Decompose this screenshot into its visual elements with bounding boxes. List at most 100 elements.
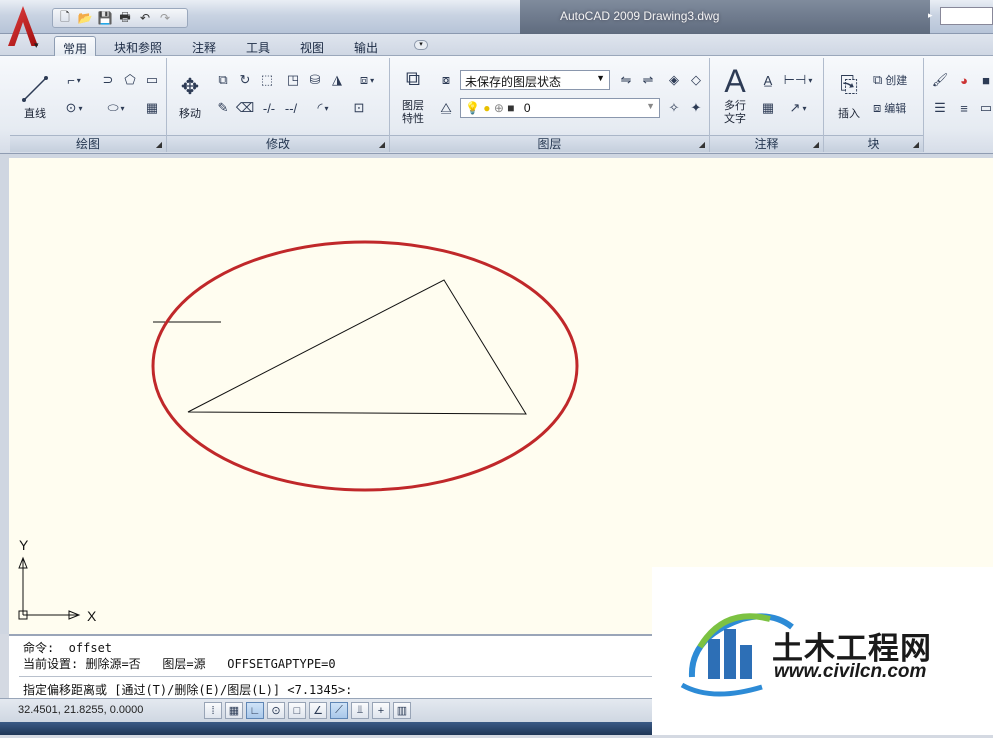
layer-tool-button-6[interactable]: ✦ (686, 98, 706, 118)
draw-panel-title[interactable]: 绘图 (10, 135, 166, 152)
single-line-text-button[interactable]: A̲ (758, 70, 778, 90)
polar-icon: ⊙ (271, 705, 281, 717)
color-button[interactable]: ◕ (954, 70, 974, 90)
copy-button[interactable]: ⧉ (213, 70, 233, 90)
ducs-toggle[interactable]: ⟋ (330, 702, 348, 719)
chevron-down-icon: ▾ (34, 40, 39, 50)
layer-properties-button[interactable]: ⧉ (398, 64, 428, 94)
drawing-canvas[interactable]: Y X (9, 158, 993, 634)
open-folder-icon[interactable]: 📂 (76, 10, 94, 26)
line-tool-button[interactable] (18, 72, 52, 106)
trim-button[interactable]: -/- (259, 98, 279, 118)
color-swatch-button[interactable]: ■ (976, 70, 993, 90)
application-menu-button[interactable]: ▾ (6, 4, 42, 50)
lineweight-button[interactable]: ▭ (976, 98, 993, 118)
black-swatch-icon: ■ (982, 72, 990, 88)
layer-walk-button[interactable]: ⧋ (436, 98, 456, 118)
tab-view[interactable]: 视图 (292, 36, 332, 56)
annotation-panel-launcher-icon[interactable]: ◢ (813, 140, 819, 149)
dimension-button[interactable]: ⊢⊣ (784, 70, 812, 90)
tab-output[interactable]: 输出 (346, 36, 386, 56)
polygon-button[interactable]: ⬠ (120, 70, 140, 90)
multileader-button[interactable]: ↗ (784, 98, 812, 118)
otrack-icon: ∠ (313, 705, 323, 717)
new-file-icon[interactable]: 🗋 (56, 10, 74, 26)
save-icon[interactable]: 💾 (96, 10, 114, 26)
ribbon-minimize-icon[interactable]: ▾ (414, 40, 428, 50)
polyline-button[interactable]: ⌐ (60, 70, 88, 90)
plus-icon: + (377, 704, 385, 717)
stretch-button[interactable]: ⬚ (257, 70, 277, 90)
offset-button[interactable]: ⧈ (353, 70, 381, 90)
print-icon[interactable]: 🖶 (116, 10, 134, 26)
move-button[interactable]: ✥ (175, 72, 205, 102)
search-input[interactable] (940, 7, 993, 25)
otrack-toggle[interactable]: ∠ (309, 702, 327, 719)
extend-button[interactable]: --/ (281, 98, 301, 118)
lightbulb-icon: 💡 (465, 101, 480, 115)
rectangle-button[interactable]: ▭ (142, 70, 162, 90)
table-button[interactable]: ▦ (758, 98, 778, 118)
line-label: 直线 (24, 108, 46, 120)
qp-toggle[interactable]: ▥ (393, 702, 411, 719)
polar-toggle[interactable]: ⊙ (267, 702, 285, 719)
block-panel-title[interactable]: 块 (824, 135, 923, 152)
ortho-toggle[interactable]: ∟ (246, 702, 264, 719)
create-block-icon: ⧉ (873, 72, 883, 87)
draw-panel: 直线 ⌐ ⊃ ⬠ ▭ ⊙ ⬭ ▦ 绘图 ◢ (10, 58, 167, 152)
arc-button[interactable]: ⊃ (98, 70, 118, 90)
match-properties-button[interactable]: 🖌 (930, 70, 950, 90)
current-layer-dropdown[interactable]: 💡 ● ⊕ ■ 0 ▼ (460, 98, 660, 118)
erase-button[interactable]: ⌫ (235, 98, 255, 118)
list-button[interactable]: ☰ (930, 98, 950, 118)
mtext-button[interactable]: A (718, 62, 752, 99)
layer-tool-button-2[interactable]: ⇌ (638, 70, 658, 90)
ellipse-button[interactable]: ⬭ (102, 98, 130, 118)
dyn-toggle[interactable]: ⫫ (351, 702, 369, 719)
layers-panel-title[interactable]: 图层 (390, 135, 709, 152)
tab-home[interactable]: 常用 (54, 36, 97, 56)
explode-button[interactable]: ⊡ (349, 98, 369, 118)
tab-annotate[interactable]: 注释 (184, 36, 224, 56)
annotation-panel-title[interactable]: 注释 (710, 135, 823, 152)
tab-blocks-references[interactable]: 块和参照 (106, 36, 170, 56)
mtext-icon: A (724, 62, 746, 99)
hatch-icon: ▦ (145, 100, 159, 115)
osnap-toggle[interactable]: □ (288, 702, 306, 719)
insert-block-button[interactable]: ⎘ (832, 68, 866, 102)
modify-panel-title[interactable]: 修改 (167, 135, 389, 152)
layer-tool-button-5[interactable]: ✧ (664, 98, 684, 118)
layer-tool-button-4[interactable]: ◇ (686, 70, 706, 90)
create-block-button[interactable]: ⧉ 创建 (872, 70, 920, 90)
layer-tool-button-1[interactable]: ⇋ (616, 70, 636, 90)
grid-toggle[interactable]: ▦ (225, 702, 243, 719)
layer-state-manager-button[interactable]: ⧇ (436, 70, 456, 90)
mirror-button[interactable]: ◮ (327, 70, 347, 90)
ellipse-icon: ⬭ (107, 100, 119, 115)
circle-button[interactable]: ⊙ (60, 98, 88, 118)
modify-panel-launcher-icon[interactable]: ◢ (379, 140, 385, 149)
command-prompt[interactable]: 指定偏移距离或 [通过(T)/删除(E)/图层(L)] <7.1345>: (23, 681, 352, 698)
ucs-x-label: X (87, 608, 97, 624)
rotate-button[interactable]: ↻ (235, 70, 255, 90)
tab-tools[interactable]: 工具 (238, 36, 278, 56)
snap-toggle[interactable]: ⁞ (204, 702, 222, 719)
triangle[interactable] (187, 279, 527, 415)
array-button[interactable]: ⛁ (305, 70, 325, 90)
hatch-button[interactable]: ▦ (142, 98, 162, 118)
fillet-button[interactable]: ◜ (309, 98, 337, 118)
linetype-button[interactable]: ≡ (954, 98, 974, 118)
edit-pen-button[interactable]: ✎ (213, 98, 233, 118)
block-panel-launcher-icon[interactable]: ◢ (913, 140, 919, 149)
edit-block-button[interactable]: ⧈ 编辑 (872, 98, 920, 118)
scale-button[interactable]: ◳ (283, 70, 303, 90)
draw-panel-launcher-icon[interactable]: ◢ (156, 140, 162, 149)
lineweight-toggle[interactable]: + (372, 702, 390, 719)
layer-tool-button-3[interactable]: ◈ (664, 70, 684, 90)
undo-icon[interactable]: ↶ (136, 10, 154, 26)
redo-icon[interactable]: ↷ (156, 10, 174, 26)
layer-state-dropdown[interactable]: 未保存的图层状态 ▼ (460, 70, 610, 90)
watermark: 土木工程网 www.civilcn.com (652, 567, 993, 735)
layer-off-icon: ✦ (690, 100, 702, 115)
layers-panel-launcher-icon[interactable]: ◢ (699, 140, 705, 149)
